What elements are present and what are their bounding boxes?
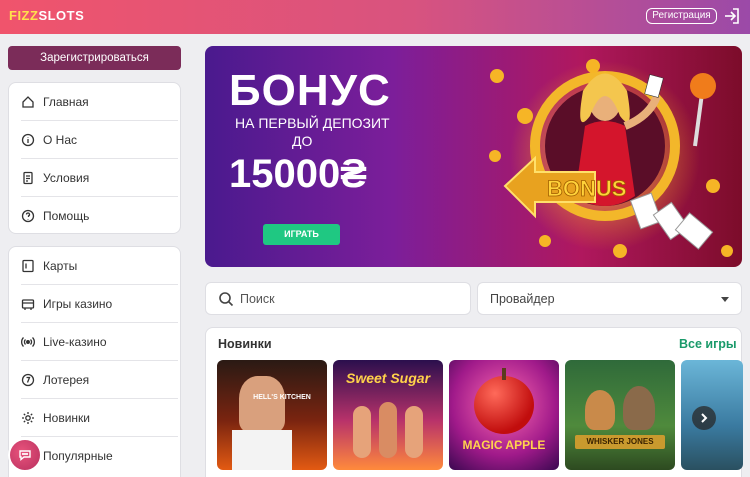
chat-icon (19, 450, 31, 461)
sidebar-item-home[interactable]: Главная (21, 83, 178, 121)
cards-icon (22, 259, 34, 272)
search-box[interactable] (205, 282, 471, 315)
sidebar-item-casino-games[interactable]: Игры казино (21, 285, 178, 323)
top-bar: FIZZSLOTS Регистрация (0, 0, 750, 34)
game-title: Sweet Sugar (345, 370, 431, 386)
casino-icon (21, 298, 35, 310)
sidebar-item-lottery[interactable]: Лотерея (21, 361, 178, 399)
sidebar-item-popular[interactable]: Популярные (21, 437, 178, 475)
help-icon (21, 209, 35, 223)
promo-banner[interactable]: БОНУС НА ПЕРВЫЙ ДЕПОЗИТ ДО 15000₴ ИГРАТЬ… (205, 46, 742, 267)
info-icon (21, 133, 35, 146)
lottery-icon (21, 373, 35, 386)
live-icon (21, 336, 35, 347)
register-button-sidebar[interactable]: Зарегистрироваться (8, 46, 181, 70)
register-button-header[interactable]: Регистрация (646, 8, 717, 24)
sidebar-item-new[interactable]: Новинки (21, 399, 178, 437)
home-icon (22, 95, 34, 108)
carousel-next-button[interactable] (692, 406, 716, 430)
game-title: WHISKER JONES (586, 437, 654, 446)
game-title: MAGIC APPLE (462, 438, 546, 452)
chevron-right-icon (701, 413, 708, 423)
sidebar-item-terms[interactable]: Условия (21, 159, 178, 197)
sidebar-menu-info: Главная О Нас Условия Помощь (8, 82, 181, 234)
logo[interactable]: FIZZSLOTS (9, 8, 84, 23)
new-icon (22, 411, 34, 424)
provider-label: Провайдер (490, 292, 555, 306)
chevron-down-icon (721, 297, 729, 302)
sidebar-item-about[interactable]: О Нас (21, 121, 178, 159)
banner-amount: 15000₴ (229, 152, 367, 196)
game-tile[interactable]: MAGIC APPLE (449, 360, 559, 470)
search-icon (219, 292, 234, 307)
banner-illustration: BONUS (489, 59, 733, 258)
banner-subtitle-2: ДО (292, 133, 313, 149)
section-title: Новинки (218, 337, 272, 351)
game-tile[interactable]: WHISKER JONES (565, 360, 675, 470)
game-title: HELL'S KITCHEN (253, 394, 311, 401)
all-games-link[interactable]: Все игры (679, 337, 737, 351)
sidebar-item-help[interactable]: Помощь (21, 197, 178, 235)
game-tile[interactable]: HELL'S KITCHEN (217, 360, 327, 470)
document-icon (23, 171, 33, 184)
chat-button[interactable] (8, 438, 42, 472)
banner-subtitle: НА ПЕРВЫЙ ДЕПОЗИТ (235, 115, 390, 131)
sidebar-item-live-casino[interactable]: Live-казино (21, 323, 178, 361)
banner-title: БОНУС (229, 66, 391, 115)
provider-select[interactable]: Провайдер (477, 282, 742, 315)
new-games-section: Новинки Все игры HELL'S KITCHEN Sweet Su… (205, 327, 743, 477)
game-tile[interactable]: Sweet Sugar (333, 360, 443, 470)
bonus-sign-text: BONUS (547, 176, 626, 201)
play-button[interactable]: ИГРАТЬ (263, 224, 340, 245)
search-input[interactable] (240, 290, 460, 308)
login-icon[interactable] (722, 6, 742, 26)
sidebar-item-cards[interactable]: Карты (21, 247, 178, 285)
